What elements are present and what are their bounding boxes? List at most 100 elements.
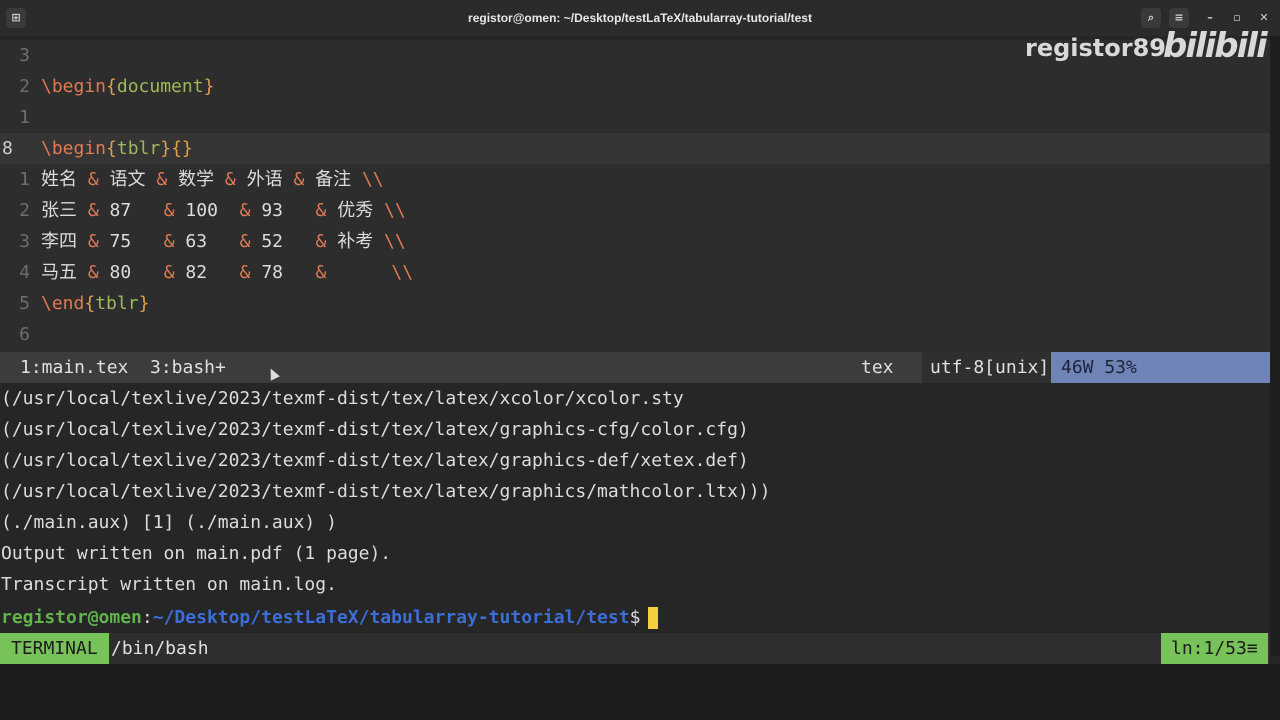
row-end: \\ [384,231,406,252]
text-cursor [648,607,659,629]
editor-current-line: 8 \begin{tblr}{} [0,133,1270,164]
line-number: 1 [19,169,30,190]
latex-command: \end [41,293,85,314]
line-number: 4 [19,262,30,283]
column-separator: & [224,169,236,190]
encoding-indicator: utf-8[unix] [922,352,1058,383]
search-icon[interactable]: ⌕ [1141,8,1161,28]
buffer-tab-bash[interactable]: 3:bash+ [150,352,226,383]
column-separator: & [87,200,99,221]
terminal-output-line: (/usr/local/texlive/2023/texmf-dist/tex/… [1,419,749,440]
column-separator: & [163,262,175,283]
line-number: 2 [19,200,30,221]
editor-status-bar: 1:main.tex 3:bash+ tex utf-8[unix] 46W 5… [0,352,1270,414]
column-separator: & [163,200,175,221]
code-text: \begin{document} [41,76,215,97]
code-text: \begin{tblr}{} [41,138,193,159]
terminal-output-line: (/usr/local/texlive/2023/texmf-dist/tex/… [1,450,749,471]
close-icon[interactable]: ✕ [1254,8,1274,28]
table-cell: 80 [109,262,132,283]
table-row-line: 2 张三 & 87 & 100 & 93 & 优秀 \\ [0,195,1270,226]
scrollbar[interactable] [1270,36,1280,656]
table-cell: 外语 [246,169,283,190]
table-cell: 马五 [41,262,77,283]
filetype-indicator: tex [861,357,894,378]
latex-brace: {} [171,138,193,159]
code-text: \end{tblr} [41,293,150,314]
table-cell: 李四 [41,231,77,252]
column-separator: & [239,200,251,221]
minimize-icon[interactable]: – [1200,8,1220,28]
table-cell: 78 [261,262,283,283]
terminal-output-line: (/usr/local/texlive/2023/texmf-dist/tex/… [1,481,771,502]
prompt-colon: : [141,607,153,628]
line-number: 2 [19,76,30,97]
column-separator: & [315,200,327,221]
latex-argument: tblr [116,138,161,159]
current-line-number: 8 [2,138,13,159]
terminal-status-bar: TERMINAL /bin/bash ln:1/53≡ [0,633,1270,664]
table-cell: 87 [109,200,132,221]
terminal-output-line: (./main.aux) [1] (./main.aux) ) [1,512,337,533]
bilibili-logo: bilibili [1163,26,1268,66]
column-separator: & [315,231,327,252]
terminal-output-line: Transcript written on main.log. [1,574,337,595]
code-text: 姓名 & 语文 & 数学 & 外语 & 备注 \\ [41,164,384,195]
latex-command: \begin [41,76,107,97]
code-text: 马五 & 80 & 82 & 78 & \\ [41,257,413,288]
table-row-line: 3 李四 & 75 & 63 & 52 & 补考 \\ [0,226,1270,257]
code-editor[interactable]: 3 2 \begin{document} 1 8 \begin{tblr}{} … [0,40,1270,352]
column-separator: & [87,231,99,252]
table-cell: 63 [185,231,208,252]
prompt-user: registor@omen [1,607,142,628]
bottom-panel [0,664,1280,720]
prompt-symbol: $ [629,607,641,628]
editor-line: 5 \end{tblr} [0,288,1270,319]
shell-path: /bin/bash [111,638,209,659]
editor-line: 1 [0,102,1270,133]
line-number: 3 [19,45,30,66]
column-separator: & [239,262,251,283]
column-separator: & [87,262,99,283]
latex-argument: document [116,76,204,97]
table-cell: 75 [109,231,132,252]
table-cell: 张三 [41,200,77,221]
terminal-output-line: (/usr/local/texlive/2023/texmf-dist/tex/… [1,388,684,409]
table-cell: 100 [185,200,218,221]
column-separator: & [163,231,175,252]
row-end: \\ [361,169,384,190]
prompt-path: ~/Desktop/testLaTeX/tabularray-tutorial/… [152,607,630,628]
terminal-prompt[interactable]: registor@omen:~/Desktop/testLaTeX/tabula… [1,602,659,633]
buffer-tab-main[interactable]: 1:main.tex [20,352,128,383]
menu-icon[interactable]: ≡ [1169,8,1189,28]
table-cell: 93 [261,200,283,221]
window-titlebar: ⊞ registor@omen: ~/Desktop/testLaTeX/tab… [0,0,1280,36]
terminal-pane[interactable]: (/usr/local/texlive/2023/texmf-dist/tex/… [0,383,1270,633]
column-separator: & [315,262,327,283]
table-row-line: 4 马五 & 80 & 82 & 78 & \\ [0,257,1270,288]
latex-command: \begin [41,138,107,159]
editor-line: 2 \begin{document} [0,71,1270,102]
terminal-output-line: Output written on main.pdf (1 page). [1,543,392,564]
line-number: 3 [19,231,30,252]
maximize-icon[interactable]: ▫ [1227,8,1247,28]
line-number: 5 [19,293,30,314]
line-number: 1 [19,107,30,128]
row-end: \\ [391,262,414,283]
mode-indicator: TERMINAL [0,633,109,664]
editor-line: 6 [0,319,1270,350]
table-cell: 姓名 [41,169,77,190]
code-text: 李四 & 75 & 63 & 52 & 补考 \\ [41,226,406,257]
table-cell: 备注 [315,169,352,190]
table-cell: 补考 [337,231,374,252]
column-separator: & [156,169,168,190]
table-cell: 52 [261,231,283,252]
watermark-username: registor89 [1025,34,1166,62]
table-cell: 优秀 [337,200,374,221]
table-cell: 语文 [109,169,146,190]
code-text: 张三 & 87 & 100 & 93 & 优秀 \\ [41,195,406,226]
column-separator: & [239,231,251,252]
table-row-line: 1 姓名 & 语文 & 数学 & 外语 & 备注 \\ [0,164,1270,195]
table-cell: 82 [185,262,208,283]
latex-argument: tblr [95,293,139,314]
